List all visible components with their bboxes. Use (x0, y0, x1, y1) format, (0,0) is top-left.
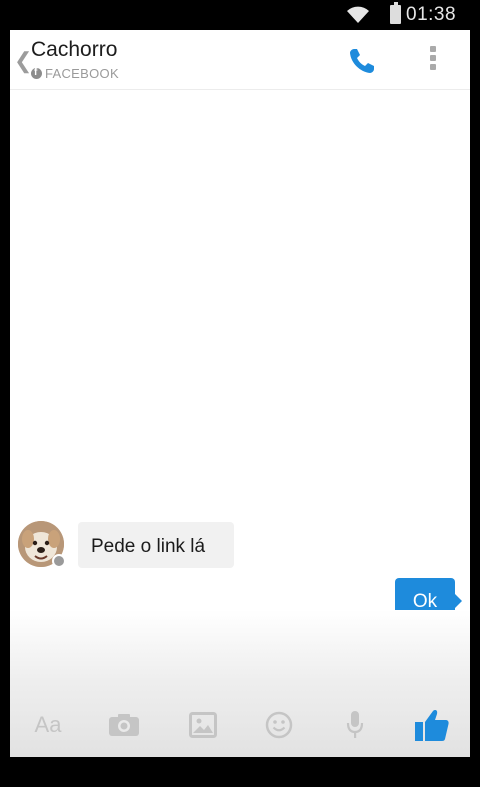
microphone-icon[interactable] (343, 700, 367, 750)
camera-icon[interactable] (106, 700, 142, 750)
text-icon[interactable]: Aa (28, 700, 68, 750)
contact-source: FACEBOOK (31, 66, 119, 81)
wifi-icon (347, 6, 369, 23)
call-icon[interactable] (347, 46, 377, 76)
more-options-icon[interactable] (428, 46, 438, 76)
back-icon[interactable]: ❮ (14, 50, 32, 72)
chat-screen: ❮ Cachorro FACEBOOK Pede o link lá Ok Aa (10, 30, 470, 757)
messenger-badge-icon (52, 554, 66, 568)
composer-toolbar: Aa (10, 700, 470, 750)
status-bar: 01:38 (0, 0, 480, 30)
contact-name[interactable]: Cachorro (31, 38, 117, 62)
contact-source-label: FACEBOOK (45, 66, 119, 81)
chat-header: ❮ Cachorro FACEBOOK (10, 30, 470, 90)
gallery-icon[interactable] (185, 700, 221, 750)
battery-icon (390, 2, 401, 24)
incoming-message[interactable]: Pede o link lá (78, 522, 234, 568)
facebook-icon (31, 67, 42, 79)
emoji-icon[interactable] (262, 700, 296, 750)
status-time: 01:38 (406, 4, 457, 25)
like-icon[interactable] (410, 700, 454, 750)
